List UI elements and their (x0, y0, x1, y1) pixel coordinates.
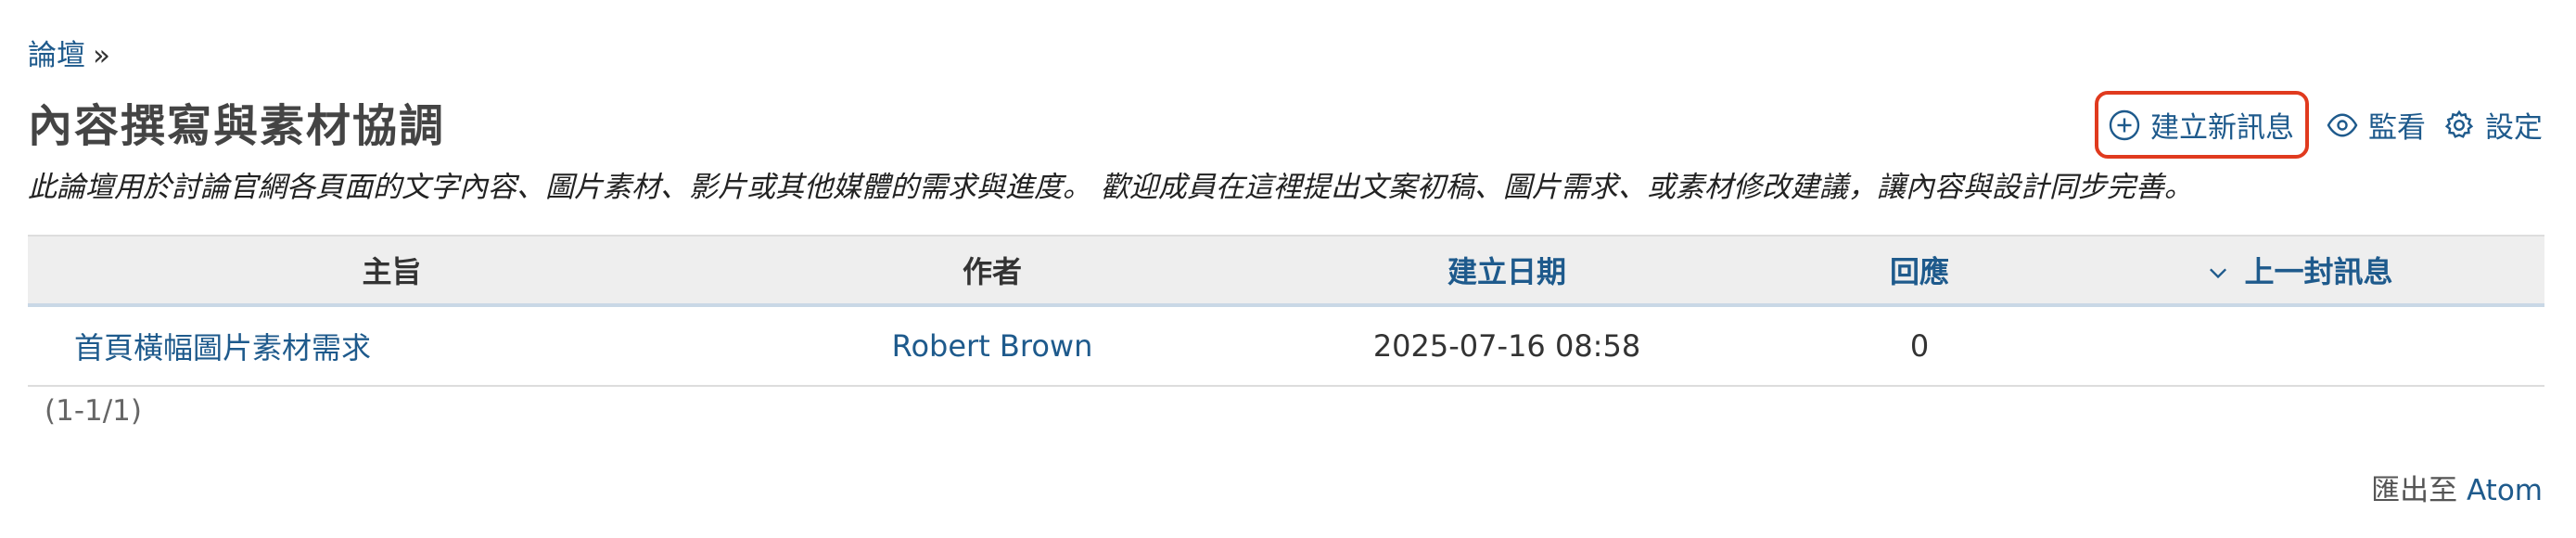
watch-label: 監看 (2368, 111, 2426, 145)
watch-button[interactable]: 監看 (2326, 104, 2426, 146)
table-row: 首頁橫幅圖片素材需求 Robert Brown 2025-07-16 08:58… (28, 305, 2544, 387)
column-header-replies-label: 回應 (1889, 254, 1949, 289)
column-header-last-message[interactable]: 上一封訊息 (2054, 235, 2544, 307)
column-header-subject: 主旨 (28, 235, 756, 307)
chevron-down-icon (2210, 268, 2227, 279)
message-author-cell: Robert Brown (756, 305, 1229, 387)
message-last-message-cell (2054, 305, 2544, 387)
forum-description: 此論壇用於討論官網各頁面的文字內容、圖片素材、影片或其他媒體的需求與進度。 歡迎… (28, 171, 2193, 204)
message-created-cell: 2025-07-16 08:58 (1229, 305, 1785, 387)
new-message-button[interactable]: 建立新訊息 (2095, 91, 2309, 159)
column-header-author: 作者 (756, 235, 1229, 307)
other-formats: 匯出至 Atom (2371, 467, 2543, 508)
breadcrumb-link-forums[interactable]: 論壇 (28, 39, 85, 72)
message-subject-link[interactable]: 首頁橫幅圖片素材需求 (74, 330, 371, 365)
export-label: 匯出至 (2371, 474, 2458, 507)
message-author-link[interactable]: Robert Brown (892, 328, 1093, 364)
plus-circle-icon (2109, 109, 2140, 140)
message-subject-cell: 首頁橫幅圖片素材需求 (28, 305, 756, 387)
column-header-last-message-label: 上一封訊息 (2244, 254, 2393, 289)
breadcrumb: 論壇» (28, 32, 110, 73)
table-header-row: 主旨 作者 建立日期 回應 上一封訊息 (28, 235, 2544, 307)
pagination-count: (1-1/1) (45, 394, 142, 428)
settings-button[interactable]: 設定 (2442, 104, 2543, 146)
new-message-label: 建立新訊息 (2150, 111, 2294, 145)
message-replies-cell: 0 (1785, 305, 2054, 387)
settings-label: 設定 (2485, 111, 2543, 145)
page-title: 內容撰寫與素材協調 (28, 100, 446, 152)
contextual-actions: 建立新訊息 監看 設定 (2095, 91, 2543, 159)
column-header-created-label: 建立日期 (1447, 254, 1566, 289)
column-header-replies[interactable]: 回應 (1785, 235, 2054, 307)
breadcrumb-separator: » (93, 39, 110, 72)
column-header-created[interactable]: 建立日期 (1229, 235, 1785, 307)
eye-icon (2327, 113, 2358, 136)
gear-icon (2444, 109, 2474, 138)
messages-table: 主旨 作者 建立日期 回應 上一封訊息 首頁橫幅圖片素材需求 Robert Br… (28, 235, 2544, 387)
atom-feed-link[interactable]: Atom (2467, 474, 2543, 507)
